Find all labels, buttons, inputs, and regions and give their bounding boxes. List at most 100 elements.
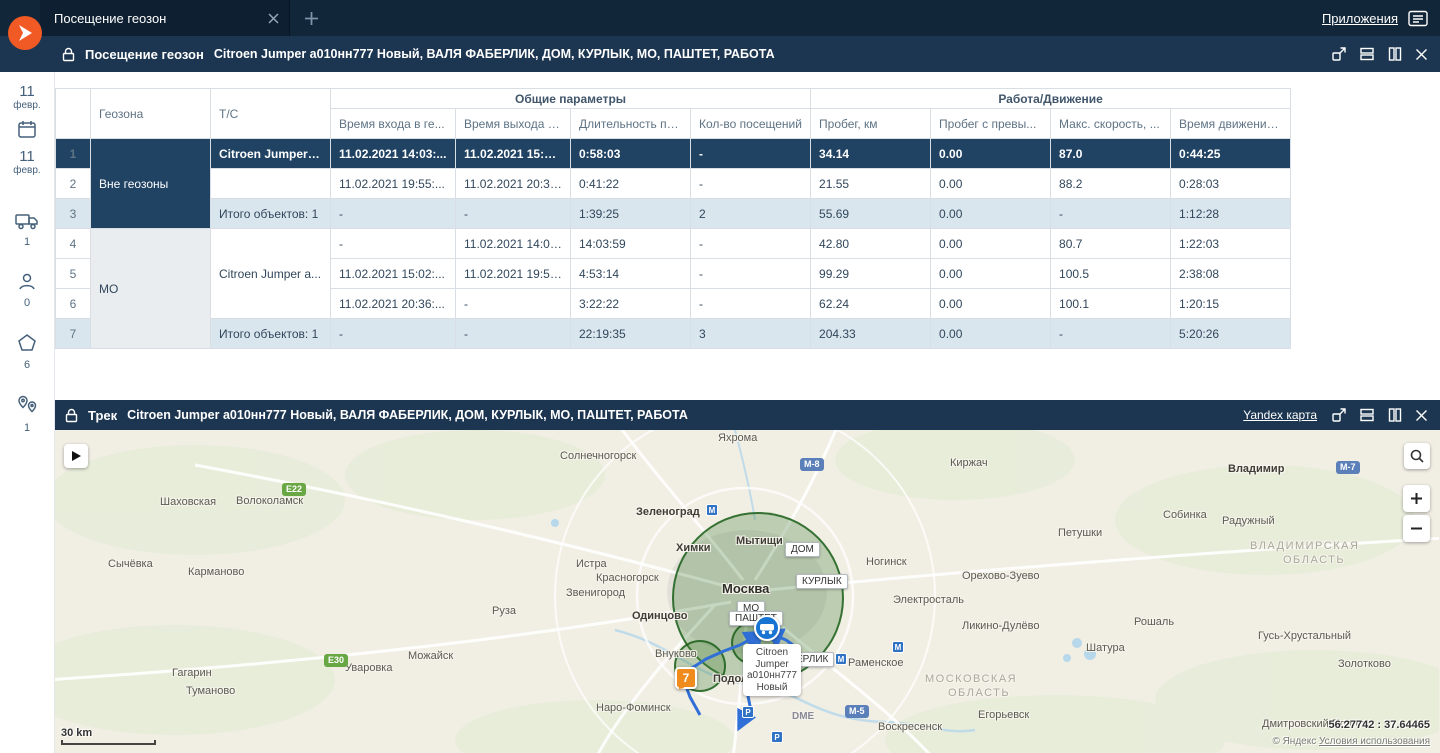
- cell-exit[interactable]: -: [455, 318, 571, 349]
- cell-visits[interactable]: -: [689, 228, 812, 259]
- cell-exit[interactable]: -: [455, 198, 571, 229]
- cell-overspeed[interactable]: 0.00: [930, 258, 1052, 289]
- cell-visits[interactable]: -: [689, 138, 812, 169]
- cell-entry[interactable]: -: [330, 198, 456, 229]
- cell-duration[interactable]: 3:22:22: [570, 288, 691, 319]
- cell-num[interactable]: 2: [55, 168, 91, 199]
- cell-mileage[interactable]: 62.24: [810, 288, 932, 319]
- cell-num[interactable]: 3: [55, 198, 91, 229]
- zoom-in-button[interactable]: [1403, 485, 1430, 512]
- cell-movetime[interactable]: 1:22:03: [1170, 228, 1292, 259]
- cell-overspeed[interactable]: 0.00: [930, 318, 1052, 349]
- cell-duration[interactable]: 4:53:14: [570, 258, 691, 289]
- cell-visits[interactable]: -: [689, 258, 812, 289]
- close-panel-icon[interactable]: [1415, 48, 1428, 61]
- cell-exit[interactable]: 11.02.2021 14:03:...: [455, 228, 571, 259]
- cell-mileage[interactable]: 42.80: [810, 228, 932, 259]
- cell-maxspeed[interactable]: 100.5: [1050, 258, 1172, 289]
- cell-maxspeed[interactable]: -: [1050, 198, 1172, 229]
- applications-link[interactable]: Приложения: [1322, 11, 1398, 26]
- date-range-picker[interactable]: 11 февр. 11 февр.: [13, 84, 40, 182]
- geozones-filter[interactable]: 6: [17, 333, 37, 371]
- cell-duration[interactable]: 0:58:03: [570, 138, 691, 169]
- track-cluster-marker[interactable]: 7: [675, 667, 697, 689]
- table-row[interactable]: 1 Вне геозоны Citroen Jumper а... 11.02.…: [55, 138, 1292, 229]
- cell-overspeed[interactable]: 0.00: [930, 288, 1052, 319]
- table-subtotal-row[interactable]: 7 Итого объектов: 1 - - 22:19:35 3 204.3…: [55, 318, 1292, 349]
- cell-num[interactable]: 6: [55, 288, 91, 319]
- cell-total-label[interactable]: Итого объектов: 1: [210, 198, 331, 229]
- col-header-vehicle[interactable]: Т/С: [210, 88, 331, 139]
- drivers-filter[interactable]: 0: [17, 272, 37, 309]
- cell-maxspeed[interactable]: 87.0: [1050, 138, 1172, 169]
- terms-link[interactable]: Условия использования: [1319, 736, 1430, 747]
- map-search-button[interactable]: [1404, 443, 1430, 469]
- cell-entry[interactable]: 11.02.2021 20:36:...: [330, 288, 456, 319]
- col-header-duration[interactable]: Длительность пр...: [570, 108, 691, 139]
- cell-entry[interactable]: 11.02.2021 14:03:...: [330, 138, 456, 169]
- table-row[interactable]: 4 МО Citroen Jumper а... - 11.02.2021 14…: [55, 228, 1292, 349]
- tab-close-icon[interactable]: [268, 12, 279, 24]
- yandex-map[interactable]: Яхрома Солнечногорск Киржач Владимир Шаховск…: [55, 430, 1440, 753]
- cell-num[interactable]: 4: [55, 228, 91, 259]
- points-filter[interactable]: 1: [16, 395, 38, 434]
- col-header-entry[interactable]: Время входа в ге...: [330, 108, 456, 139]
- split-vertical-icon[interactable]: [1387, 46, 1403, 62]
- cell-duration[interactable]: 1:39:25: [570, 198, 691, 229]
- cell-mileage[interactable]: 204.33: [810, 318, 932, 349]
- app-logo[interactable]: [7, 15, 43, 51]
- cell-visits[interactable]: 3: [689, 318, 812, 349]
- cell-entry[interactable]: 11.02.2021 19:55:...: [330, 168, 456, 199]
- cell-entry[interactable]: -: [330, 228, 456, 259]
- split-horizontal-icon[interactable]: [1359, 407, 1375, 423]
- cell-duration[interactable]: 22:19:35: [570, 318, 691, 349]
- tab-geozone-report[interactable]: Посещение геозон: [40, 0, 290, 36]
- zoom-out-button[interactable]: [1403, 515, 1430, 542]
- cell-visits[interactable]: -: [689, 288, 812, 319]
- col-header-geozone[interactable]: Геозона: [90, 88, 211, 139]
- map-provider-link[interactable]: Yandex карта: [1243, 408, 1317, 422]
- cell-num[interactable]: 1: [55, 138, 91, 169]
- cell-mileage[interactable]: 55.69: [810, 198, 932, 229]
- cell-movetime[interactable]: 1:20:15: [1170, 288, 1292, 319]
- close-panel-icon[interactable]: [1415, 409, 1428, 422]
- cell-vehicle[interactable]: Citroen Jumper а...: [210, 228, 331, 319]
- cell-visits[interactable]: -: [689, 168, 812, 199]
- cell-duration[interactable]: 0:41:22: [570, 168, 691, 199]
- cell-movetime[interactable]: 0:44:25: [1170, 138, 1292, 169]
- col-header-overspeed[interactable]: Пробег с превы...: [930, 108, 1052, 139]
- col-header-movetime[interactable]: Время движения...: [1170, 108, 1292, 139]
- cell-movetime[interactable]: 0:28:03: [1170, 168, 1292, 199]
- split-horizontal-icon[interactable]: [1359, 46, 1375, 62]
- cell-movetime[interactable]: 2:38:08: [1170, 258, 1292, 289]
- cell-maxspeed[interactable]: -: [1050, 318, 1172, 349]
- cell-num[interactable]: 7: [55, 318, 91, 349]
- open-in-window-icon[interactable]: [1331, 407, 1347, 423]
- cell-visits[interactable]: 2: [689, 198, 812, 229]
- track-play-button[interactable]: [64, 444, 88, 468]
- cell-mileage[interactable]: 34.14: [810, 138, 932, 169]
- cell-overspeed[interactable]: 0.00: [930, 168, 1052, 199]
- cell-geozone-outside[interactable]: Вне геозоны: [90, 138, 211, 229]
- cell-movetime[interactable]: 5:20:26: [1170, 318, 1292, 349]
- table-row[interactable]: 2 11.02.2021 19:55:... 11.02.2021 20:36:…: [55, 168, 1292, 199]
- table-subtotal-row[interactable]: 3 Итого объектов: 1 - - 1:39:25 2 55.69 …: [55, 198, 1292, 229]
- cell-total-label[interactable]: Итого объектов: 1: [210, 318, 331, 349]
- cell-exit[interactable]: 11.02.2021 19:55:...: [455, 258, 571, 289]
- cell-maxspeed[interactable]: 100.1: [1050, 288, 1172, 319]
- applications-icon[interactable]: [1408, 10, 1428, 27]
- new-tab-button[interactable]: [304, 11, 319, 26]
- lock-icon[interactable]: [62, 47, 75, 62]
- cell-maxspeed[interactable]: 80.7: [1050, 228, 1172, 259]
- cell-num[interactable]: 5: [55, 258, 91, 289]
- col-header-visits[interactable]: Кол-во посещений: [689, 108, 812, 139]
- lock-icon[interactable]: [65, 408, 78, 423]
- cell-movetime[interactable]: 1:12:28: [1170, 198, 1292, 229]
- cell-exit[interactable]: 11.02.2021 20:36:...: [455, 168, 571, 199]
- cell-mileage[interactable]: 99.29: [810, 258, 932, 289]
- vehicle-marker[interactable]: [754, 615, 780, 641]
- cell-overspeed[interactable]: 0.00: [930, 138, 1052, 169]
- col-header-maxspeed[interactable]: Макс. скорость, ...: [1050, 108, 1172, 139]
- cell-maxspeed[interactable]: 88.2: [1050, 168, 1172, 199]
- vehicles-filter[interactable]: 1: [15, 212, 39, 248]
